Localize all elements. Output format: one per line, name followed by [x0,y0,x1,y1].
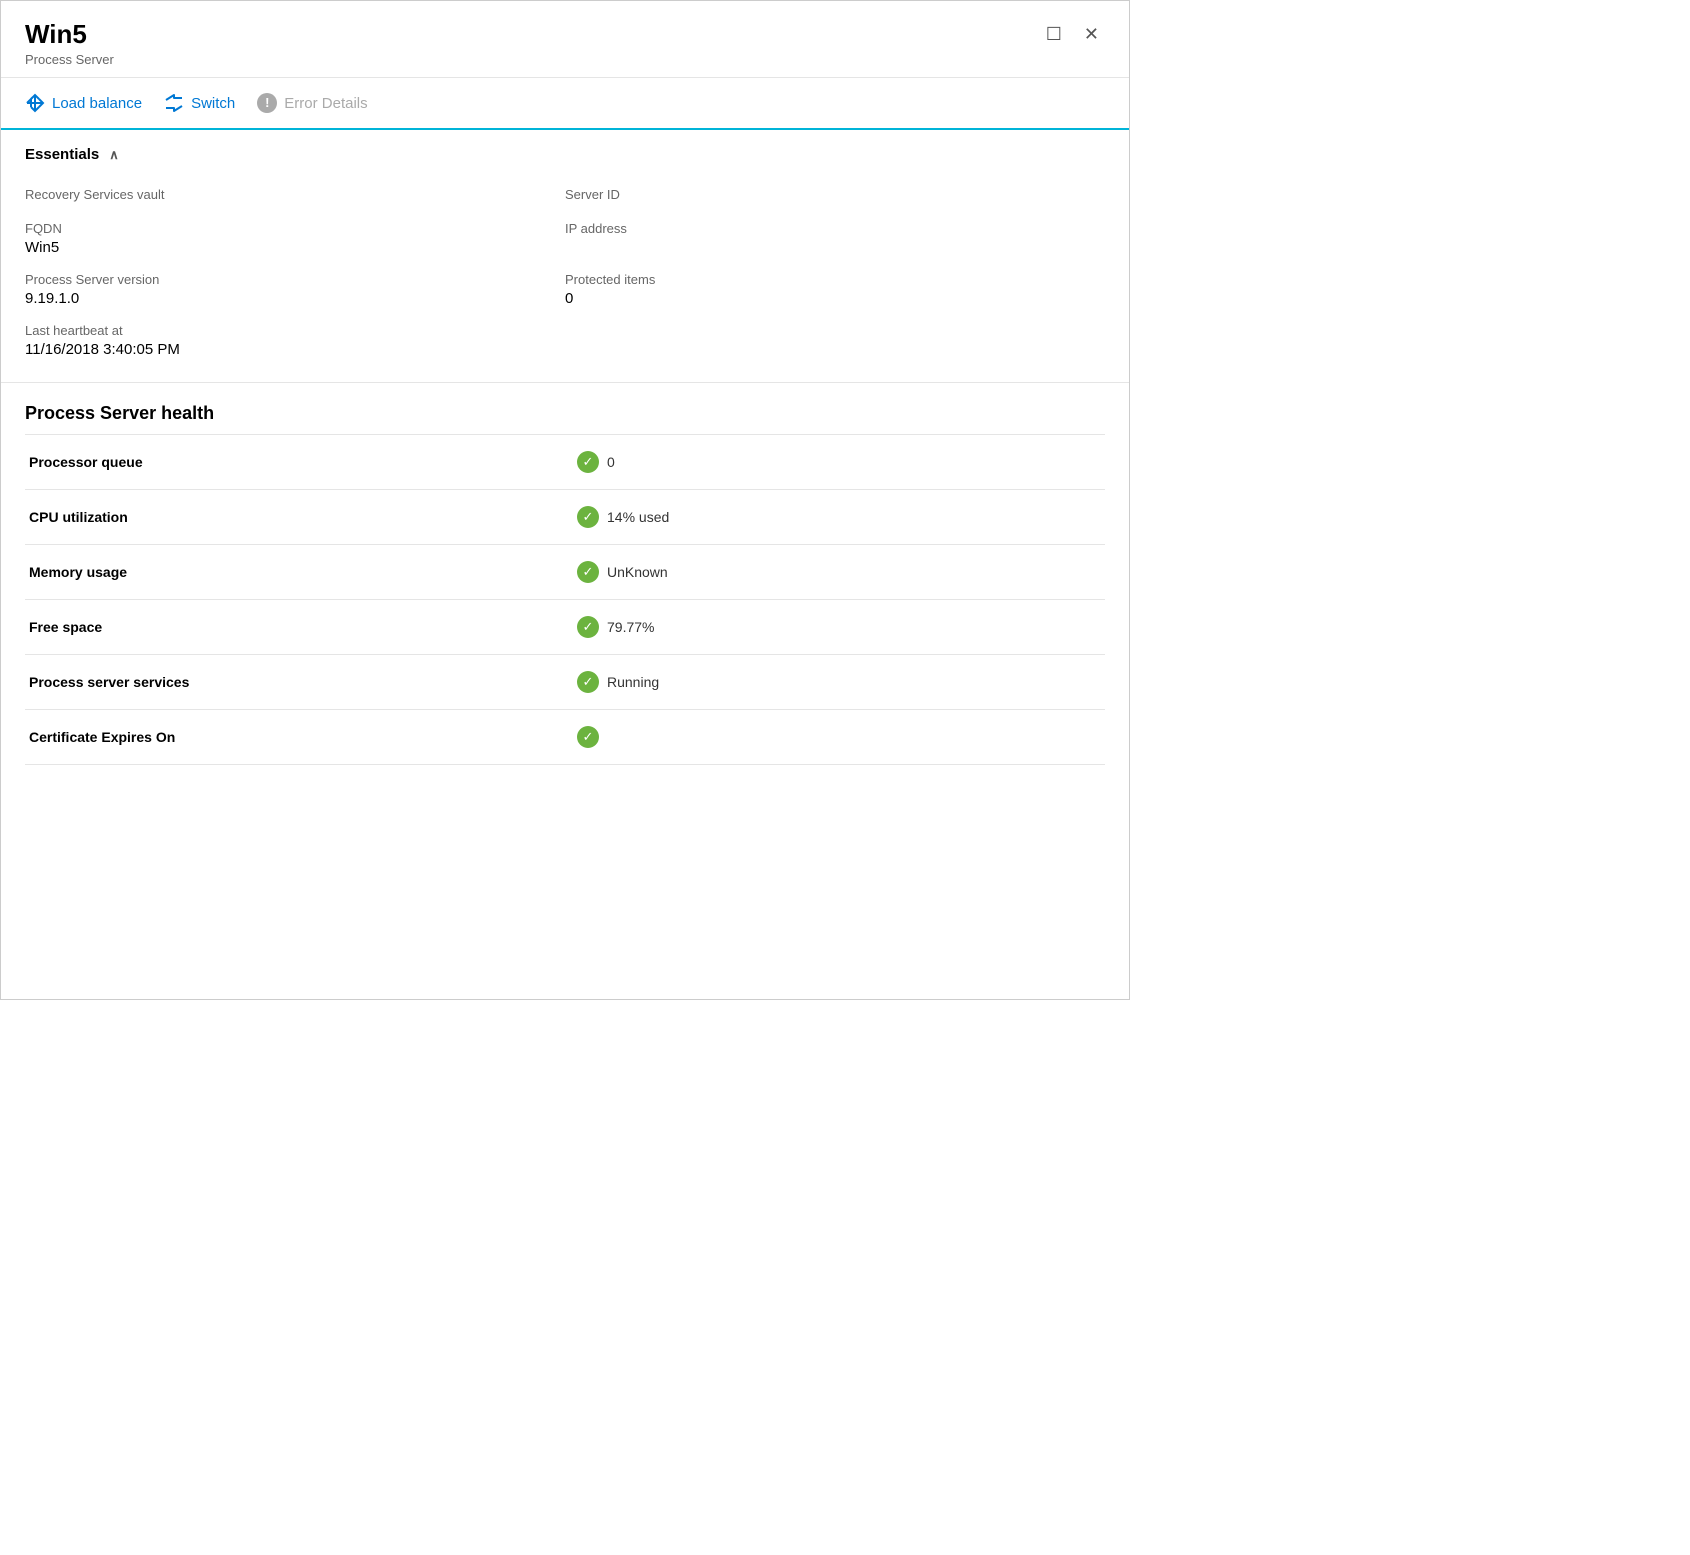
health-value-text-4: Running [607,674,659,690]
switch-button[interactable]: Switch [164,77,253,129]
essentials-label-4: Process Server version [25,272,565,287]
essentials-label-2: FQDN [25,221,565,236]
health-row-1: CPU utilization ✓ 14% used [25,490,1105,545]
panel-controls: ☐ ✕ [1040,23,1105,45]
restore-button[interactable]: ☐ [1040,23,1068,45]
health-label-2: Memory usage [25,545,565,600]
close-button[interactable]: ✕ [1078,23,1105,45]
essentials-item-6: Last heartbeat at 11/16/2018 3:40:05 PM [25,315,565,366]
essentials-item-1: Server ID [565,179,1105,213]
essentials-item-5: Protected items 0 [565,264,1105,315]
essentials-chevron: ∧ [109,147,119,163]
essentials-label-1: Server ID [565,187,1105,202]
load-balance-label: Load balance [52,95,142,112]
essentials-item-4: Process Server version 9.19.1.0 [25,264,565,315]
health-value-3: ✓ 79.77% [565,600,1105,654]
essentials-section: Essentials ∧ Recovery Services vault Ser… [1,130,1129,383]
error-details-label: Error Details [284,95,367,112]
health-value-text-3: 79.77% [607,619,654,635]
health-section: Process Server health Processor queue✓0C… [1,383,1129,765]
health-label-0: Processor queue [25,435,565,490]
load-balance-icon [25,93,45,113]
health-value-4: ✓ Running [565,655,1105,709]
essentials-value-protected: 0 [565,290,1105,307]
health-row-3: Free space ✓ 79.77% [25,600,1105,655]
essentials-header[interactable]: Essentials ∧ [25,146,1105,163]
health-status-icon-2: ✓ [577,561,599,583]
health-status-icon-5: ✓ [577,726,599,748]
toolbar: Load balance Switch ! Error Details [1,78,1129,130]
essentials-label-0: Recovery Services vault [25,187,565,202]
health-value-2: ✓ UnKnown [565,545,1105,599]
essentials-item-7 [565,315,1105,366]
essentials-value-fqdn: Win5 [25,239,565,256]
panel: Win5 Process Server ☐ ✕ Load balance [0,0,1130,1000]
health-label-3: Free space [25,600,565,655]
health-status-icon-3: ✓ [577,616,599,638]
health-value-5: ✓ [565,710,1105,764]
essentials-label-6: Last heartbeat at [25,323,565,338]
essentials-label-5: Protected items [565,272,1105,287]
health-row-2: Memory usage ✓ UnKnown [25,545,1105,600]
health-value-text-2: UnKnown [607,564,668,580]
load-balance-button[interactable]: Load balance [25,77,160,129]
essentials-title: Essentials [25,146,99,163]
error-details-button[interactable]: ! Error Details [257,77,385,129]
essentials-grid: Recovery Services vault Server ID FQDN W… [25,179,1105,382]
switch-label: Switch [191,95,235,112]
essentials-item-3: IP address [565,213,1105,264]
panel-subtitle: Process Server [25,52,114,67]
switch-icon [164,93,184,113]
essentials-value-heartbeat: 11/16/2018 3:40:05 PM [25,341,565,358]
health-value-1: ✓ 14% used [565,490,1105,544]
health-label-1: CPU utilization [25,490,565,545]
health-value-text-1: 14% used [607,509,669,525]
error-details-icon: ! [257,93,277,113]
health-value-text-0: 0 [607,454,615,470]
essentials-label-3: IP address [565,221,1105,236]
health-label-5: Certificate Expires On [25,710,565,765]
health-status-icon-0: ✓ [577,451,599,473]
panel-header: Win5 Process Server ☐ ✕ [1,1,1129,78]
essentials-value-version: 9.19.1.0 [25,290,565,307]
health-table: Processor queue✓0CPU utilization✓14% use… [25,434,1105,765]
health-label-4: Process server services [25,655,565,710]
title-group: Win5 Process Server [25,19,114,67]
health-row-5: Certificate Expires On ✓ [25,710,1105,765]
essentials-item-2: FQDN Win5 [25,213,565,264]
health-row-0: Processor queue✓0 [25,435,1105,490]
health-status-icon-4: ✓ [577,671,599,693]
health-status-icon-1: ✓ [577,506,599,528]
health-row-4: Process server services ✓ Running [25,655,1105,710]
panel-title: Win5 [25,19,114,50]
health-title: Process Server health [25,403,1105,424]
essentials-item-0: Recovery Services vault [25,179,565,213]
health-value-0: ✓0 [565,435,1105,489]
